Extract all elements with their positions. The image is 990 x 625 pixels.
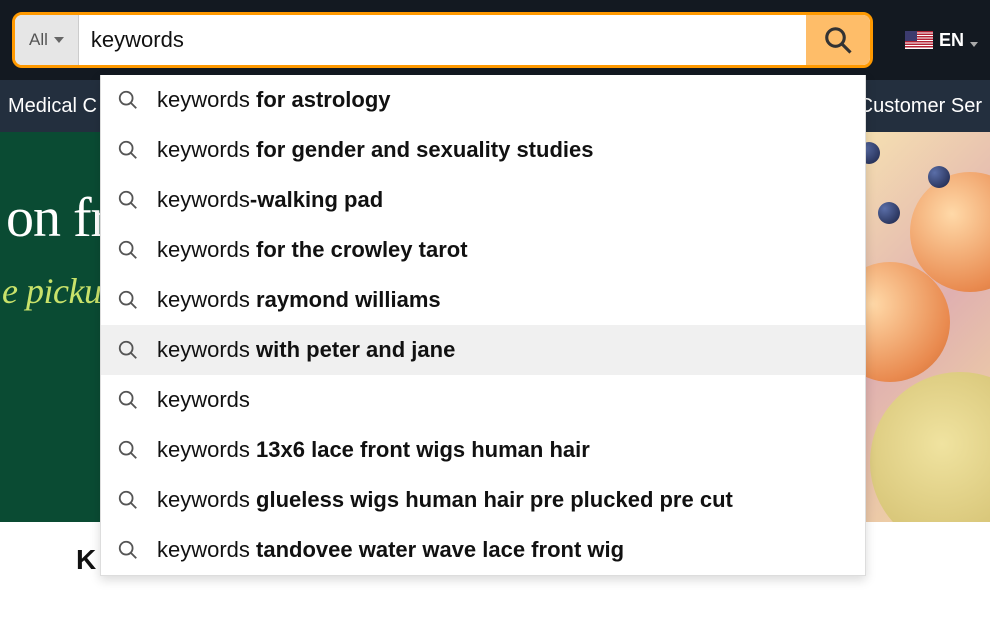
caret-down-icon [970,42,978,47]
suggestion-text: keywords-walking pad [157,187,383,213]
suggestion-item[interactable]: keywords for the crowley tarot [101,225,865,275]
search-icon [823,25,853,55]
suggestion-item[interactable]: keywords for gender and sexuality studie… [101,125,865,175]
language-label: EN [939,30,964,51]
suggestion-text: keywords for astrology [157,87,391,113]
berry-decor [878,202,900,224]
search-icon [117,539,139,561]
search-bar: All [12,12,873,68]
search-icon [117,189,139,211]
suggestion-text: keywords with peter and jane [157,337,455,363]
suggestion-text: keywords for gender and sexuality studie… [157,137,593,163]
search-icon [117,139,139,161]
suggestion-text: keywords tandovee water wave lace front … [157,537,624,563]
flag-us-icon [905,31,933,49]
search-icon [117,289,139,311]
suggestion-text: keywords 13x6 lace front wigs human hair [157,437,590,463]
suggestion-item[interactable]: keywords for astrology [101,75,865,125]
suggestion-item[interactable]: keywords glueless wigs human hair pre pl… [101,475,865,525]
caret-down-icon [54,37,64,43]
suggestion-text: keywords [157,387,250,413]
subnav-item-right[interactable]: Customer Ser [859,95,982,118]
search-category-label: All [29,30,48,50]
berry-decor [928,166,950,188]
search-category-dropdown[interactable]: All [15,15,79,65]
search-icon [117,339,139,361]
language-selector[interactable]: EN [905,30,978,51]
suggestion-item[interactable]: keywords with peter and jane [101,325,865,375]
top-bar: All EN [0,0,990,80]
suggestion-text: keywords for the crowley tarot [157,237,468,263]
suggestion-text: keywords glueless wigs human hair pre pl… [157,487,733,513]
suggestion-item[interactable]: keywords [101,375,865,425]
search-icon [117,389,139,411]
search-icon [117,439,139,461]
search-icon [117,239,139,261]
search-input[interactable] [79,15,806,65]
search-icon [117,89,139,111]
suggestion-item[interactable]: keywords tandovee water wave lace front … [101,525,865,575]
content-card[interactable] [904,522,964,625]
suggestion-text: keywords raymond williams [157,287,441,313]
suggestion-item[interactable]: keywords raymond williams [101,275,865,325]
subnav-item-left[interactable]: Medical C [8,95,97,118]
search-suggestions-dropdown: keywords for astrology keywords for gende… [100,75,866,576]
search-button[interactable] [806,15,870,65]
search-icon [117,489,139,511]
melon-decor [870,372,990,522]
suggestion-item[interactable]: keywords 13x6 lace front wigs human hair [101,425,865,475]
card-title: K [76,544,96,575]
suggestion-item[interactable]: keywords-walking pad [101,175,865,225]
